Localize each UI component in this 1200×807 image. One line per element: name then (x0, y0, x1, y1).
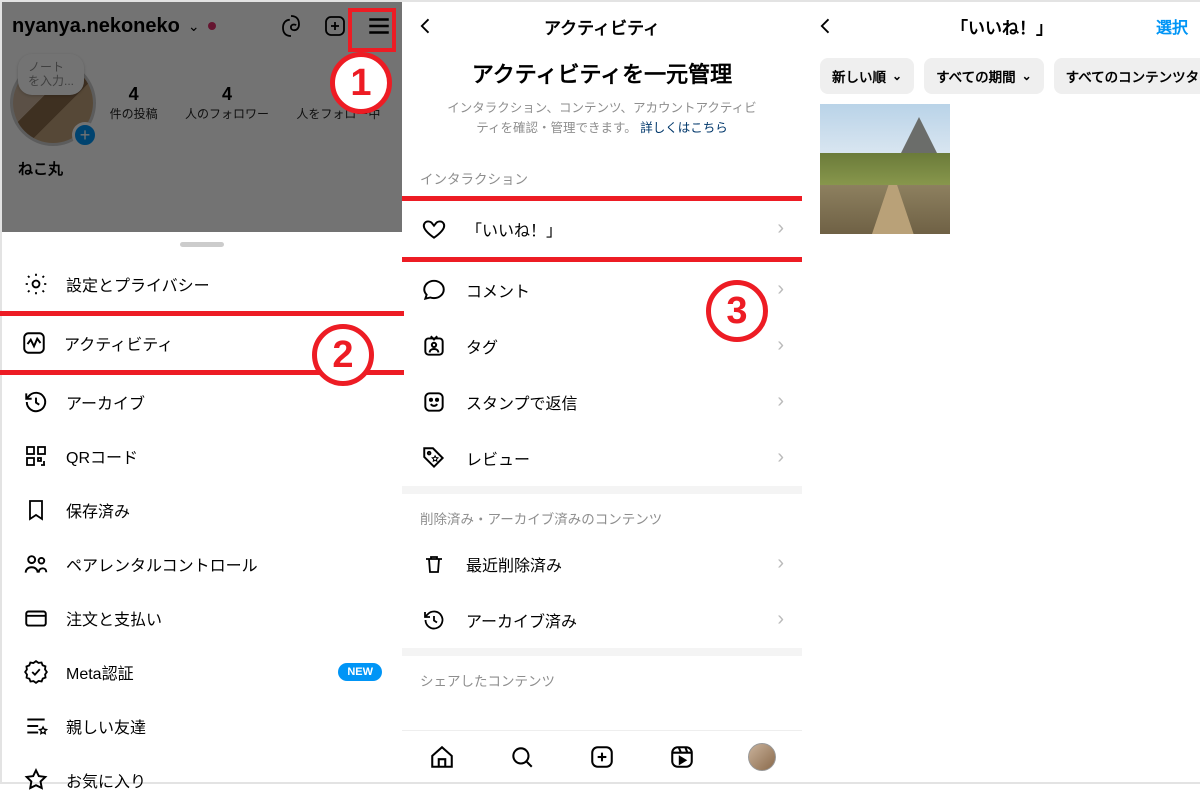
card-icon (22, 604, 50, 632)
panel-profile: nyanya.nekoneko ⌄ ノート を入力... (2, 2, 402, 782)
chip-content-type[interactable]: すべてのコンテンツタイプ (1054, 58, 1200, 94)
dim-overlay (2, 2, 402, 232)
chevron-right-icon: › (777, 608, 784, 631)
activity-hero: アクティビティを一元管理 インタラクション、コンテンツ、アカウントアクティビティ… (402, 50, 802, 154)
row-archived[interactable]: アーカイブ済み › (402, 592, 802, 648)
chevron-right-icon: › (777, 217, 784, 240)
annotation-1: 1 (330, 52, 392, 114)
chevron-down-icon: ⌄ (1022, 69, 1032, 83)
section-divider (402, 486, 802, 494)
row-label: 「いいね！」 (466, 217, 562, 241)
row-review[interactable]: レビュー › (402, 430, 802, 486)
menu-label: ペアレンタルコントロール (66, 552, 258, 576)
people-icon (22, 550, 50, 578)
bookmark-icon (22, 496, 50, 524)
menu-parental[interactable]: ペアレンタルコントロール (2, 537, 402, 591)
menu-label: 設定とプライバシー (66, 272, 210, 296)
back-icon[interactable] (416, 16, 436, 36)
activity-header: アクティビティ (402, 2, 802, 50)
heart-icon (420, 215, 448, 243)
menu-qrcode[interactable]: QRコード (2, 429, 402, 483)
tag-person-icon (420, 332, 448, 360)
menu-orders[interactable]: 注文と支払い (2, 591, 402, 645)
menu-label: お気に入り (66, 768, 146, 792)
trash-icon (420, 550, 448, 578)
menu-label: 親しい友達 (66, 714, 146, 738)
menu-label: アクティビティ (64, 331, 173, 355)
filter-chips: 新しい順 ⌄ すべての期間 ⌄ すべてのコンテンツタイプ (802, 50, 1200, 104)
chevron-right-icon: › (777, 278, 784, 301)
sticker-icon (420, 388, 448, 416)
panel-activity: アクティビティ アクティビティを一元管理 インタラクション、コンテンツ、アカウン… (402, 2, 802, 782)
row-likes[interactable]: 「いいね！」 › (402, 196, 802, 262)
tab-profile-icon[interactable] (747, 742, 777, 772)
menu-close-friends[interactable]: 親しい友達 (2, 699, 402, 753)
tab-reels-icon[interactable] (667, 742, 697, 772)
bottom-tab-bar (402, 730, 802, 782)
row-label: コメント (466, 278, 530, 302)
star-icon (22, 766, 50, 794)
section-interactions-label: インタラクション (402, 154, 802, 196)
archive-icon (22, 388, 50, 416)
list-star-icon (22, 712, 50, 740)
verified-icon (22, 658, 50, 686)
menu-favorites[interactable]: お気に入り (2, 753, 402, 807)
menu-settings[interactable]: 設定とプライバシー (2, 257, 402, 311)
annotation-3: 3 (706, 280, 768, 342)
panel-likes: 「いいね！」 選択 新しい順 ⌄ すべての期間 ⌄ すべてのコンテンツタイプ (802, 2, 1200, 782)
menu-meta-verified[interactable]: Meta認証 NEW (2, 645, 402, 699)
liked-post-thumbnail[interactable] (820, 104, 950, 234)
menu-label: アーカイブ (66, 390, 145, 414)
tab-create-icon[interactable] (587, 742, 617, 772)
section-shared-label: シェアしたコンテンツ (402, 656, 802, 708)
chevron-right-icon: › (777, 552, 784, 575)
row-sticker-reply[interactable]: スタンプで返信 › (402, 374, 802, 430)
qr-icon (22, 442, 50, 470)
chip-label: すべてのコンテンツタイプ (1066, 66, 1200, 86)
new-badge: NEW (338, 663, 382, 681)
bottom-sheet-menu: 設定とプライバシー アクティビティ アーカイブ QRコード 保存済み ペアレンタ (2, 232, 402, 782)
chip-label: 新しい順 (832, 66, 886, 86)
hero-title: アクティビティを一元管理 (442, 60, 762, 90)
gear-icon (22, 270, 50, 298)
menu-label: 保存済み (66, 498, 130, 522)
chevron-right-icon: › (777, 446, 784, 469)
menu-label: 注文と支払い (66, 606, 162, 630)
section-divider (402, 648, 802, 656)
review-tag-icon (420, 444, 448, 472)
menu-label: QRコード (66, 444, 138, 468)
row-recently-deleted[interactable]: 最近削除済み › (402, 536, 802, 592)
annotation-box-1 (348, 8, 396, 52)
chevron-down-icon: ⌄ (892, 69, 902, 83)
tab-search-icon[interactable] (507, 742, 537, 772)
menu-label: Meta認証 (66, 660, 134, 684)
menu-saved[interactable]: 保存済み (2, 483, 402, 537)
comment-icon (420, 276, 448, 304)
row-label: レビュー (466, 446, 530, 470)
archive-clock-icon (420, 606, 448, 634)
chevron-right-icon: › (777, 390, 784, 413)
select-button[interactable]: 選択 (1156, 14, 1188, 38)
activity-icon (20, 329, 48, 357)
row-label: タグ (466, 334, 498, 358)
chevron-right-icon: › (777, 334, 784, 357)
section-deleted-label: 削除済み・アーカイブ済みのコンテンツ (402, 494, 802, 536)
tab-home-icon[interactable] (427, 742, 457, 772)
chip-sort[interactable]: 新しい順 ⌄ (820, 58, 914, 94)
row-label: スタンプで返信 (466, 390, 578, 414)
back-icon[interactable] (816, 16, 836, 36)
likes-header: 「いいね！」 選択 (802, 2, 1200, 50)
sheet-grabber[interactable] (180, 242, 224, 247)
annotation-2: 2 (312, 324, 374, 386)
header-title: アクティビティ (544, 14, 660, 39)
row-label: 最近削除済み (466, 552, 562, 576)
header-title: 「いいね！」 (951, 14, 1053, 39)
row-label: アーカイブ済み (466, 608, 577, 632)
chip-label: すべての期間 (936, 66, 1016, 86)
hero-link[interactable]: 詳しくはこちら (640, 121, 728, 135)
chip-period[interactable]: すべての期間 ⌄ (924, 58, 1044, 94)
